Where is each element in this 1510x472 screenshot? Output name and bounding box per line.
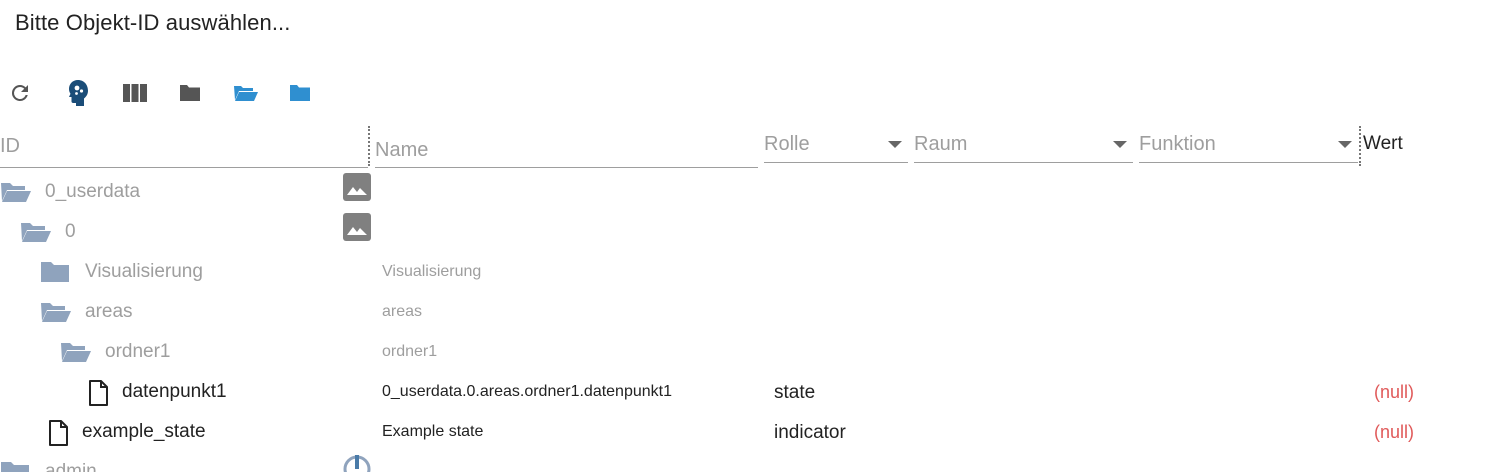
folder-open-icon [61, 343, 91, 362]
object-id-dialog: Bitte Objekt-ID auswählen... ID Name Rol… [0, 0, 1510, 472]
collapse-all-button[interactable] [175, 78, 205, 108]
tree-row-name: ordner1 [382, 343, 438, 360]
image-icon[interactable] [343, 173, 371, 201]
file-icon [89, 380, 108, 406]
refresh-icon [11, 84, 28, 101]
column-resizer[interactable] [1359, 126, 1361, 166]
tree-row-name: areas [382, 303, 423, 320]
tree-row-id: ordner1 [105, 341, 171, 362]
role-select[interactable]: Rolle [764, 126, 908, 163]
name-filter-input[interactable] [375, 131, 758, 162]
tree-row[interactable]: 0_userdata [0, 172, 1510, 212]
role-select-label: Rolle [764, 132, 810, 155]
name-filter[interactable] [375, 126, 758, 168]
folder-open-icon [21, 223, 51, 242]
folder-closed-icon [1, 462, 29, 472]
tree-row[interactable]: 0 [0, 212, 1510, 252]
function-select[interactable]: Funktion [1139, 126, 1358, 163]
brain-head-icon [69, 80, 88, 106]
folder-open-icon [41, 303, 71, 322]
value-column-header: Wert [1363, 133, 1403, 154]
chevron-down-icon [1338, 140, 1352, 148]
tree-row[interactable]: admin [0, 452, 1510, 472]
columns-button[interactable] [120, 78, 150, 108]
tree-row[interactable]: Visualisierung Visualisierung [0, 252, 1510, 292]
image-icon[interactable] [343, 213, 371, 241]
tree-row-id: example_state [82, 421, 206, 442]
tree-row-id: 0_userdata [45, 181, 141, 202]
folder-open-icon [234, 86, 258, 101]
id-filter-input[interactable] [0, 135, 368, 158]
folder-closed-icon [41, 262, 69, 282]
tree-row[interactable]: datenpunkt1 0_userdata.0.areas.ordner1.d… [0, 372, 1510, 412]
columns-icon [123, 84, 147, 102]
id-filter[interactable] [0, 126, 368, 168]
column-resizer[interactable] [368, 126, 370, 166]
tree-row-value[interactable]: (null) [1374, 422, 1414, 443]
dialog-title: Bitte Objekt-ID auswählen... [15, 10, 291, 35]
tree-row[interactable]: example_state Example state indicator (n… [0, 412, 1510, 452]
tree-row-id: admin [45, 461, 97, 472]
tree-row[interactable]: ordner1 ordner1 [0, 332, 1510, 372]
tree-row[interactable]: areas areas [0, 292, 1510, 332]
tree-row-id: datenpunkt1 [122, 381, 227, 402]
refresh-button[interactable] [5, 78, 35, 108]
expand-one-button[interactable] [285, 78, 315, 108]
tree-row-name: 0_userdata.0.areas.ordner1.datenpunkt1 [382, 383, 672, 400]
tree-row-name: Example state [382, 423, 484, 440]
power-icon [343, 455, 371, 472]
room-select[interactable]: Raum [914, 126, 1133, 163]
tree-row-id: 0 [65, 221, 76, 242]
folder-icon [290, 85, 310, 101]
folder-closed-icon [180, 85, 200, 101]
expert-mode-button[interactable] [63, 78, 93, 108]
tree-row-value[interactable]: (null) [1374, 382, 1414, 403]
folder-open-icon [1, 183, 31, 202]
room-select-label: Raum [914, 132, 968, 155]
chevron-down-icon [888, 140, 902, 148]
tree-row-id: areas [85, 301, 133, 322]
tree-row-role: state [774, 382, 816, 403]
tree-row-name: Visualisierung [382, 263, 482, 280]
chevron-down-icon [1113, 140, 1127, 148]
file-icon [49, 420, 68, 446]
toolbar [0, 78, 340, 110]
expand-all-button[interactable] [231, 78, 261, 108]
function-select-label: Funktion [1139, 132, 1216, 155]
tree-row-id: Visualisierung [85, 261, 203, 282]
tree-row-role: indicator [774, 422, 846, 443]
